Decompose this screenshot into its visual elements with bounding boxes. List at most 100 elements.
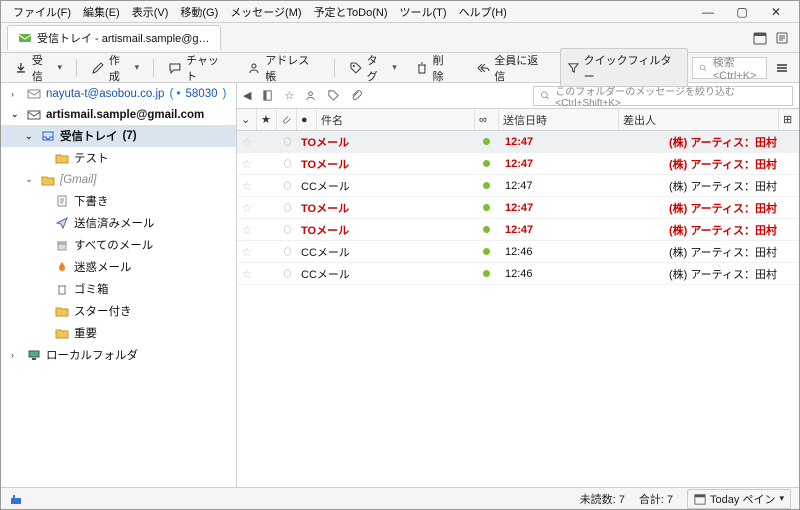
local-folders[interactable]: › ローカルフォルダ — [1, 344, 236, 366]
folder-important[interactable]: 重要 — [1, 322, 236, 344]
message-time: 12:47 — [501, 202, 621, 214]
addressbook-button[interactable]: アドレス帳 — [240, 48, 326, 88]
message-row[interactable]: ☆TOメール12:47(株) アーティス：田村 — [237, 131, 799, 153]
folder-sent[interactable]: 送信済みメール — [1, 212, 236, 234]
menu-tools[interactable]: ツール(T) — [394, 2, 453, 22]
nav-back[interactable]: ◀ — [243, 89, 251, 102]
star-toggle[interactable]: ☆ — [237, 245, 257, 259]
folder-spam[interactable]: 迷惑メール — [1, 256, 236, 278]
calendar-icon[interactable] — [749, 27, 771, 49]
window-minimize[interactable]: — — [691, 3, 725, 21]
quickfilter-button[interactable]: クイックフィルター — [560, 48, 689, 88]
folder-tree: › nayuta-t@asobou.co.jp ( •58030) ⌄ arti… — [1, 83, 237, 487]
message-time: 12:47 — [501, 136, 621, 148]
address-icon — [247, 61, 261, 75]
folder-all-label: すべてのメール — [74, 237, 153, 253]
star-toggle[interactable]: ☆ — [237, 223, 257, 237]
menu-view[interactable]: 表示(V) — [126, 2, 175, 22]
envelope-icon — [18, 31, 32, 45]
folder-spam-label: 迷惑メール — [74, 259, 132, 275]
message-row[interactable]: ☆CCメール12:46(株) アーティス：田村 — [237, 241, 799, 263]
message-row[interactable]: ☆TOメール12:47(株) アーティス：田村 — [237, 153, 799, 175]
menu-todo[interactable]: 予定とToDo(N) — [308, 2, 394, 22]
star-toggle[interactable]: ☆ — [237, 267, 257, 281]
receive-button[interactable]: 受信▾ — [7, 48, 69, 88]
folder-all[interactable]: すべてのメール — [1, 234, 236, 256]
pencil-icon — [91, 61, 105, 75]
window-close[interactable]: ✕ — [759, 3, 793, 21]
window-maximize[interactable]: ▢ — [725, 3, 759, 21]
sent-icon — [54, 216, 69, 231]
folder-search[interactable]: このフォルダーのメッセージを絞り込む <Ctrl+Shift+K> — [533, 86, 793, 106]
col-thread[interactable]: ⌄ — [237, 109, 257, 130]
folder-inbox[interactable]: ⌄ 受信トレイ (7) — [1, 125, 236, 147]
message-subject: TOメール — [297, 222, 477, 238]
delete-label: 削除 — [433, 52, 455, 84]
tab-inbox[interactable]: 受信トレイ - artismail.sample@g… — [7, 25, 221, 50]
menu-file[interactable]: ファイル(F) — [7, 2, 77, 22]
folder-starred[interactable]: スター付き — [1, 300, 236, 322]
compose-button[interactable]: 作成▾ — [84, 48, 146, 88]
message-row[interactable]: ☆TOメール12:47(株) アーティス：田村 — [237, 197, 799, 219]
chat-button[interactable]: チャット — [161, 48, 236, 88]
message-time: 12:47 — [501, 224, 621, 236]
col-correspondents[interactable]: ∞ — [475, 109, 499, 130]
message-row[interactable]: ☆TOメール12:47(株) アーティス：田村 — [237, 219, 799, 241]
message-row[interactable]: ☆CCメール12:47(株) アーティス：田村 — [237, 175, 799, 197]
folder-trash[interactable]: ゴミ箱 — [1, 278, 236, 300]
message-row[interactable]: ☆CCメール12:46(株) アーティス：田村 — [237, 263, 799, 285]
star-toggle[interactable]: ☆ — [237, 179, 257, 193]
folder-gmail[interactable]: ⌄ [Gmail] — [1, 169, 236, 190]
app-menu-button[interactable] — [771, 57, 793, 79]
filter-contact-icon[interactable] — [304, 89, 317, 102]
folder-icon — [54, 326, 69, 341]
menu-go[interactable]: 移動(G) — [174, 2, 224, 22]
message-from: (株) アーティス：田村 — [621, 200, 781, 216]
col-attach[interactable] — [277, 109, 297, 130]
col-date[interactable]: 送信日時 — [499, 109, 619, 130]
account-1-name: nayuta-t@asobou.co.jp — [46, 88, 164, 100]
folder-drafts[interactable]: 下書き — [1, 190, 236, 212]
folder-starred-label: スター付き — [74, 303, 132, 319]
col-read[interactable]: ● — [297, 109, 317, 130]
menu-message[interactable]: メッセージ(M) — [224, 2, 307, 22]
star-toggle[interactable]: ☆ — [237, 157, 257, 171]
filter-star-icon[interactable]: ☆ — [284, 89, 294, 102]
col-star[interactable]: ★ — [257, 109, 277, 130]
col-picker[interactable]: ⊞ — [779, 109, 799, 130]
read-icon — [277, 268, 297, 279]
quick-filter-bar: ◀ ☆ このフォルダーのメッセージを絞り込む <Ctrl+Shift+K> — [237, 83, 799, 109]
replyall-label: 全員に返信 — [494, 52, 548, 84]
tasks-icon[interactable] — [771, 27, 793, 49]
online-dot — [477, 204, 501, 211]
filter-icon — [567, 61, 580, 74]
filter-tag-icon[interactable] — [327, 89, 340, 102]
col-subject[interactable]: 件名 — [317, 109, 475, 130]
activity-icon — [9, 492, 23, 506]
delete-button[interactable]: 削除 — [408, 48, 462, 88]
global-search[interactable]: 検索 <Ctrl+K> — [692, 57, 767, 79]
search-placeholder: 検索 <Ctrl+K> — [713, 54, 760, 82]
message-subject: CCメール — [297, 178, 477, 194]
col-from[interactable]: 差出人 — [619, 109, 779, 130]
status-unread: 未読数: 7 — [580, 491, 625, 507]
star-toggle[interactable]: ☆ — [237, 201, 257, 215]
star-toggle[interactable]: ☆ — [237, 135, 257, 149]
search-icon — [699, 62, 707, 74]
menu-help[interactable]: ヘルプ(H) — [453, 2, 513, 22]
inbox-count: (7) — [123, 130, 137, 142]
filter-attach-icon[interactable] — [350, 89, 363, 102]
message-from: (株) アーティス：田村 — [621, 244, 781, 260]
account-1[interactable]: › nayuta-t@asobou.co.jp ( •58030) — [1, 83, 236, 104]
filter-unread-icon[interactable] — [261, 89, 274, 102]
online-dot — [477, 270, 501, 277]
tag-button[interactable]: タグ▾ — [342, 48, 404, 88]
replyall-button[interactable]: 全員に返信 — [469, 48, 555, 88]
menu-edit[interactable]: 編集(E) — [77, 2, 126, 22]
trash-icon — [415, 61, 429, 75]
folder-test[interactable]: テスト — [1, 147, 236, 169]
message-time: 12:46 — [501, 268, 621, 280]
account-2[interactable]: ⌄ artismail.sample@gmail.com — [1, 104, 236, 125]
column-headers[interactable]: ⌄ ★ ● 件名 ∞ 送信日時 差出人 ⊞ — [237, 109, 799, 131]
today-pane-button[interactable]: Today ペイン ▾ — [687, 489, 791, 509]
